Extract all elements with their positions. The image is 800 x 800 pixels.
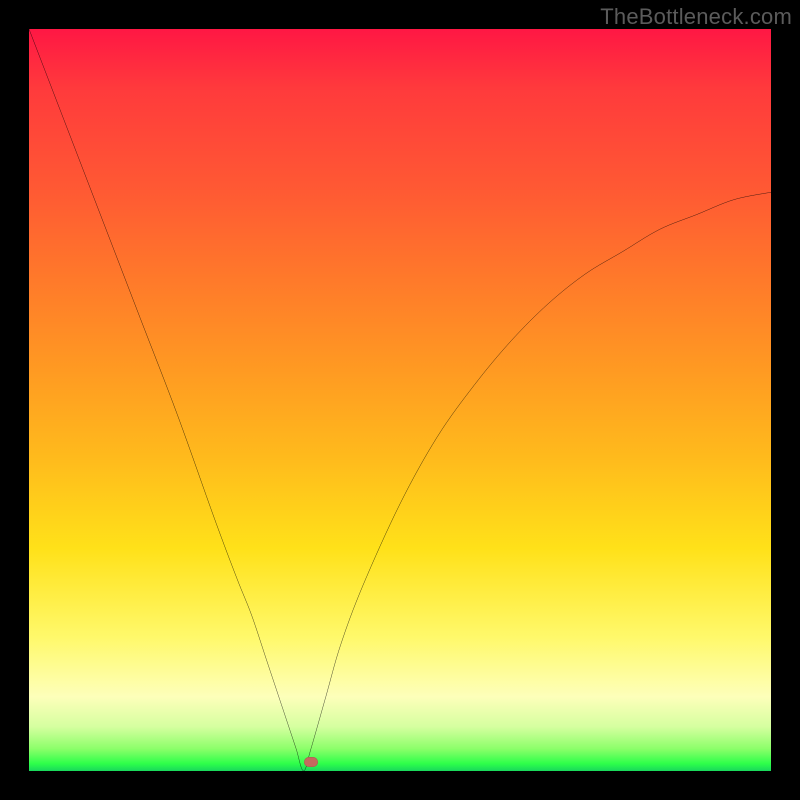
bottleneck-curve xyxy=(29,29,771,771)
plot-area xyxy=(29,29,771,771)
chart-frame: TheBottleneck.com xyxy=(0,0,800,800)
watermark-text: TheBottleneck.com xyxy=(600,4,792,30)
minimum-point-marker xyxy=(304,757,318,767)
